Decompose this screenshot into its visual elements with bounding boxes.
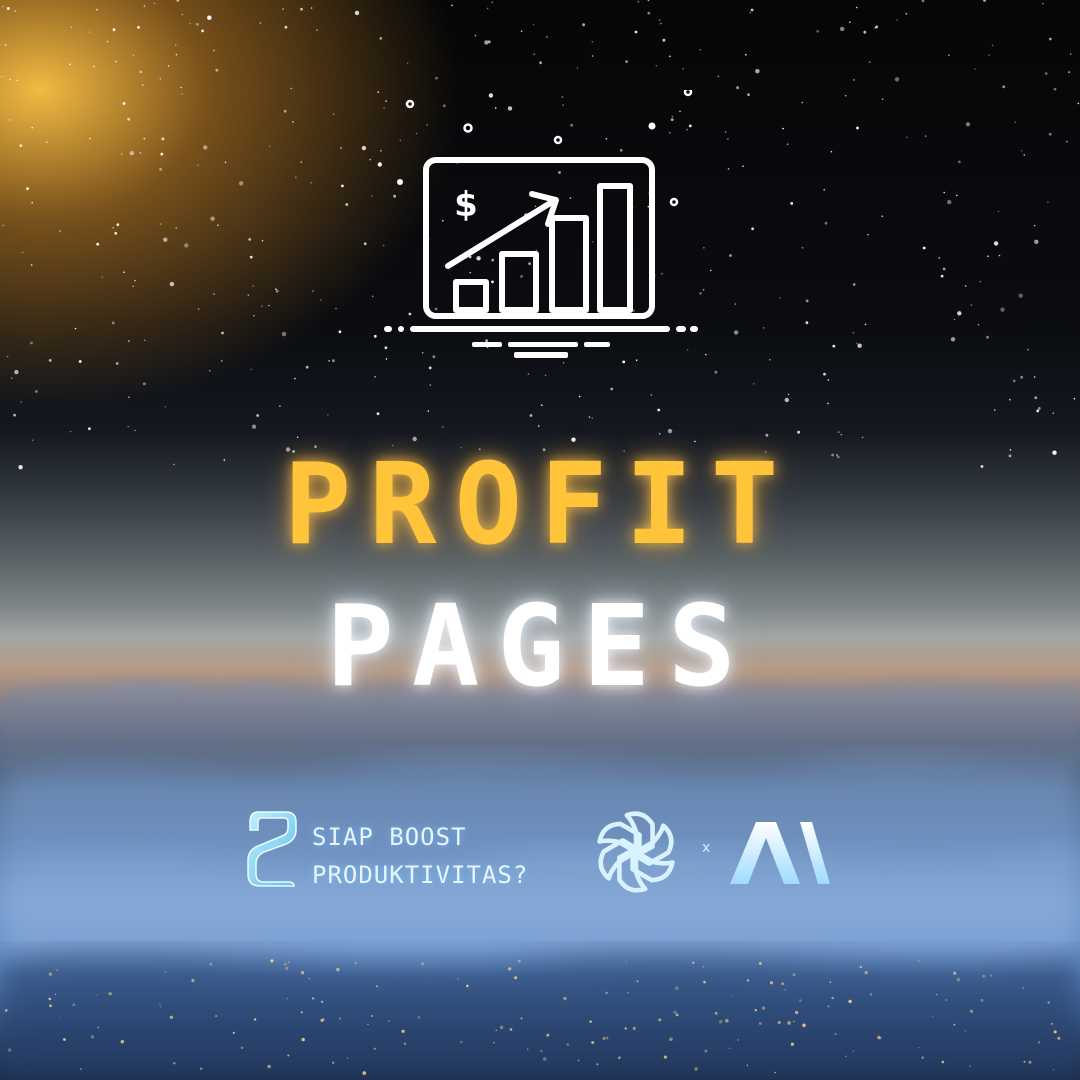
logo-separator: x — [702, 840, 711, 856]
ai-logo-icon: AI — [730, 822, 830, 884]
title-profit: PROFIT — [283, 440, 797, 570]
ai-logo-label: AI — [766, 872, 768, 875]
tagline-line1: SIAP BOOST — [312, 823, 467, 851]
dollar-sign-icon: $ — [454, 185, 478, 225]
title-pages: PAGES — [326, 582, 754, 712]
monitor-growth-chart-icon: $ — [384, 90, 698, 358]
poster: $ PROFIT PAGES SIAP BOOST PRODUKTIVITAS?… — [0, 0, 1080, 1080]
clouds-background — [0, 679, 1080, 1080]
tagline: SIAP BOOST PRODUKTIVITAS? — [312, 818, 528, 894]
e-logo-icon — [247, 811, 297, 887]
tagline-line2: PRODUKTIVITAS? — [312, 861, 529, 889]
openai-logo-icon — [590, 811, 682, 898]
